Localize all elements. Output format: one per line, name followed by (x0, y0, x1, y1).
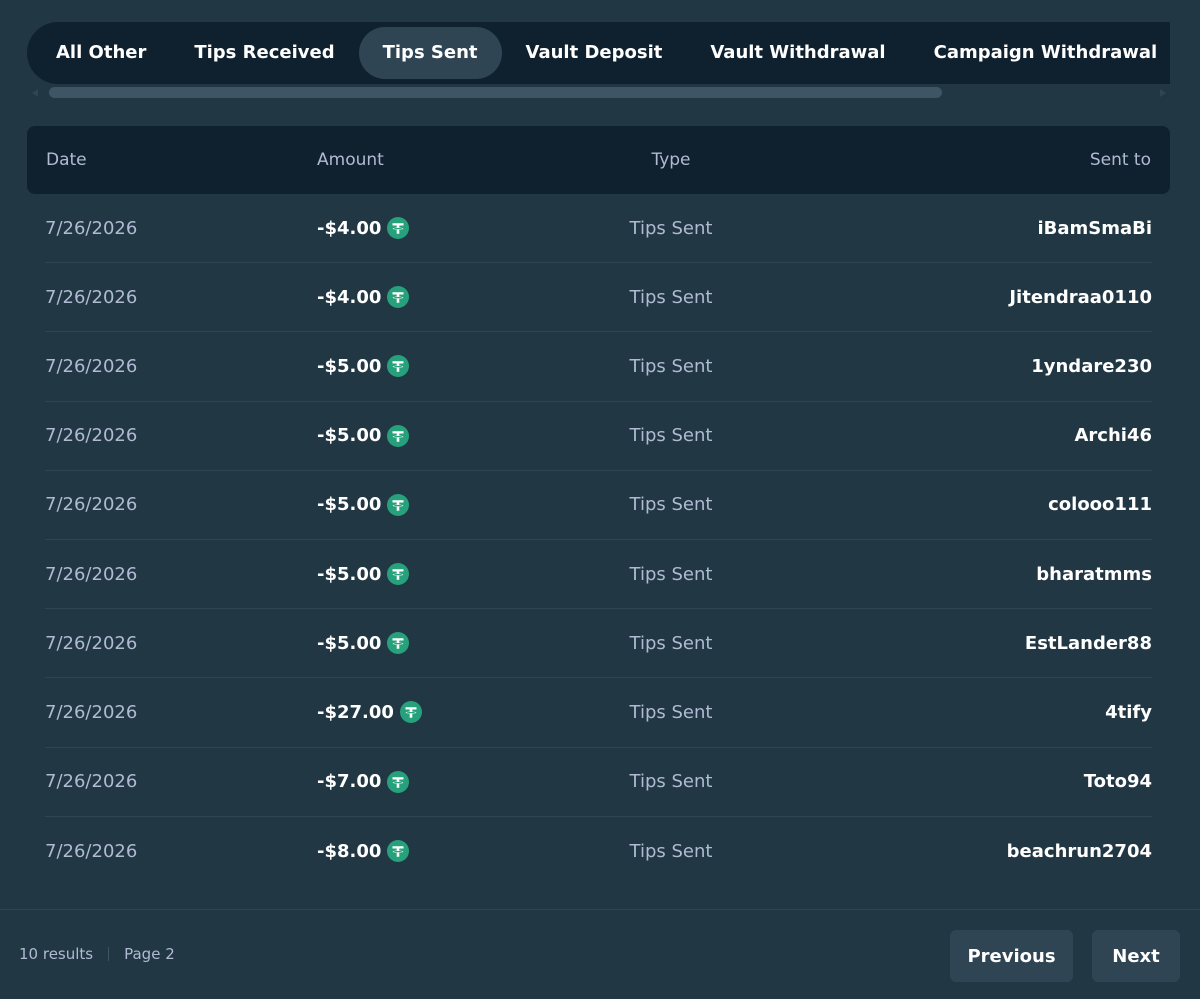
cell-date: 7/26/2026 (45, 632, 138, 654)
tabs-scrollbar[interactable] (30, 86, 1168, 100)
table-row: 7/26/2026 -$4.00 Tips Sent Jitendraa0110 (45, 263, 1152, 333)
table-row: 7/26/2026 -$5.00 Tips Sent colooo111 (45, 471, 1152, 540)
amount-value: -$4.00 (317, 217, 382, 239)
cell-date: 7/26/2026 (45, 425, 138, 447)
footer-divider (0, 909, 1200, 910)
amount-value: -$5.00 (317, 494, 382, 516)
amount-value: -$5.00 (317, 425, 382, 447)
transactions-page: All Other Tips Received Tips Sent Vault Dep… (0, 0, 1200, 999)
cell-amount: -$5.00 (317, 632, 601, 655)
cell-amount: -$5.00 (317, 493, 601, 516)
scrollbar-thumb[interactable] (49, 87, 942, 98)
pagination-separator (108, 947, 110, 961)
cell-type: Tips Sent (629, 563, 713, 585)
tether-usdt-icon (387, 493, 410, 516)
header-type: Type (651, 150, 691, 170)
page-indicator: Page 2 (124, 945, 175, 963)
cell-type: Tips Sent (629, 217, 713, 239)
cell-type: Tips Sent (629, 355, 713, 377)
cell-sent-to: Toto94 (1083, 771, 1152, 793)
cell-sent-to: Jitendraa0110 (1009, 286, 1152, 308)
cell-amount: -$7.00 (317, 770, 601, 793)
scroll-right-arrow-icon[interactable] (1160, 89, 1166, 97)
table-row: 7/26/2026 -$8.00 Tips Sent beachrun2704 (45, 817, 1152, 886)
cell-date: 7/26/2026 (45, 771, 138, 793)
amount-value: -$5.00 (317, 563, 382, 585)
tether-usdt-icon (387, 563, 410, 586)
cell-date: 7/26/2026 (45, 494, 138, 516)
table-row: 7/26/2026 -$7.00 Tips Sent Toto94 (45, 748, 1152, 817)
header-amount: Amount (317, 150, 384, 170)
cell-date: 7/26/2026 (45, 701, 138, 723)
tab-all-other[interactable]: All Other (32, 27, 170, 79)
tether-usdt-icon (387, 632, 410, 655)
cell-date: 7/26/2026 (45, 217, 138, 239)
cell-amount: -$27.00 (317, 701, 601, 724)
cell-date: 7/26/2026 (45, 286, 138, 308)
table-row: 7/26/2026 -$5.00 Tips Sent Archi46 (45, 402, 1152, 471)
cell-date: 7/26/2026 (45, 840, 138, 862)
cell-amount: -$8.00 (317, 840, 601, 863)
tether-usdt-icon (387, 424, 410, 447)
cell-type: Tips Sent (629, 286, 713, 308)
cell-sent-to: beachrun2704 (1006, 840, 1152, 862)
cell-sent-to: Archi46 (1074, 425, 1152, 447)
cell-amount: -$5.00 (317, 424, 601, 447)
amount-value: -$4.00 (317, 286, 382, 308)
tether-usdt-icon (387, 770, 410, 793)
amount-value: -$5.00 (317, 355, 382, 377)
table-header: Date Amount Type Sent to (27, 126, 1170, 194)
tether-usdt-icon (399, 701, 422, 724)
table-row: 7/26/2026 -$27.00 Tips Sent 4tify (45, 678, 1152, 748)
cell-sent-to: iBamSmaBi (1037, 217, 1152, 239)
table-row: 7/26/2026 -$5.00 Tips Sent 1yndare230 (45, 332, 1152, 402)
header-date: Date (46, 150, 87, 170)
next-button[interactable]: Next (1092, 930, 1180, 982)
results-count: 10 results (19, 945, 94, 963)
header-sent-to: Sent to (1089, 150, 1151, 170)
amount-value: -$5.00 (317, 632, 382, 654)
tether-usdt-icon (387, 840, 410, 863)
amount-value: -$8.00 (317, 840, 382, 862)
cell-amount: -$5.00 (317, 355, 601, 378)
table-body: 7/26/2026 -$4.00 Tips Sent iBamSmaBi 7/26/20… (27, 194, 1170, 886)
cell-sent-to: EstLander88 (1024, 632, 1152, 654)
cell-date: 7/26/2026 (45, 355, 138, 377)
pagination-info: 10 results Page 2 (19, 945, 175, 963)
cell-sent-to: 4tify (1105, 701, 1152, 723)
amount-value: -$27.00 (317, 701, 394, 723)
previous-button[interactable]: Previous (950, 930, 1073, 982)
tether-usdt-icon (387, 217, 410, 240)
amount-value: -$7.00 (317, 771, 382, 793)
table-row: 7/26/2026 -$5.00 Tips Sent EstLander88 (45, 609, 1152, 679)
table-row: 7/26/2026 -$5.00 Tips Sent bharatmms (45, 540, 1152, 610)
tab-vault-withdrawal[interactable]: Vault Withdrawal (686, 27, 909, 79)
tether-usdt-icon (387, 286, 410, 309)
cell-type: Tips Sent (629, 701, 713, 723)
cell-amount: -$4.00 (317, 286, 601, 309)
transactions-table: Date Amount Type Sent to 7/26/2026 -$4.00… (27, 126, 1170, 886)
tab-vault-deposit[interactable]: Vault Deposit (502, 27, 687, 79)
tether-usdt-icon (387, 355, 410, 378)
cell-amount: -$4.00 (317, 217, 601, 240)
cell-amount: -$5.00 (317, 563, 601, 586)
transaction-type-tabs: All Other Tips Received Tips Sent Vault Dep… (27, 22, 1170, 84)
tab-campaign-withdrawal[interactable]: Campaign Withdrawal (910, 27, 1170, 79)
cell-sent-to: bharatmms (1036, 563, 1152, 585)
cell-date: 7/26/2026 (45, 563, 138, 585)
scroll-left-arrow-icon[interactable] (32, 89, 38, 97)
tab-tips-received[interactable]: Tips Received (170, 27, 358, 79)
cell-type: Tips Sent (629, 425, 713, 447)
table-row: 7/26/2026 -$4.00 Tips Sent iBamSmaBi (45, 194, 1152, 264)
cell-sent-to: 1yndare230 (1031, 355, 1152, 377)
cell-type: Tips Sent (629, 771, 713, 793)
cell-sent-to: colooo111 (1048, 494, 1152, 516)
cell-type: Tips Sent (629, 494, 713, 516)
tab-tips-sent[interactable]: Tips Sent (358, 27, 502, 79)
tabs-track: All Other Tips Received Tips Sent Vault Dep… (27, 22, 1170, 84)
cell-type: Tips Sent (629, 632, 713, 654)
cell-type: Tips Sent (629, 840, 713, 862)
